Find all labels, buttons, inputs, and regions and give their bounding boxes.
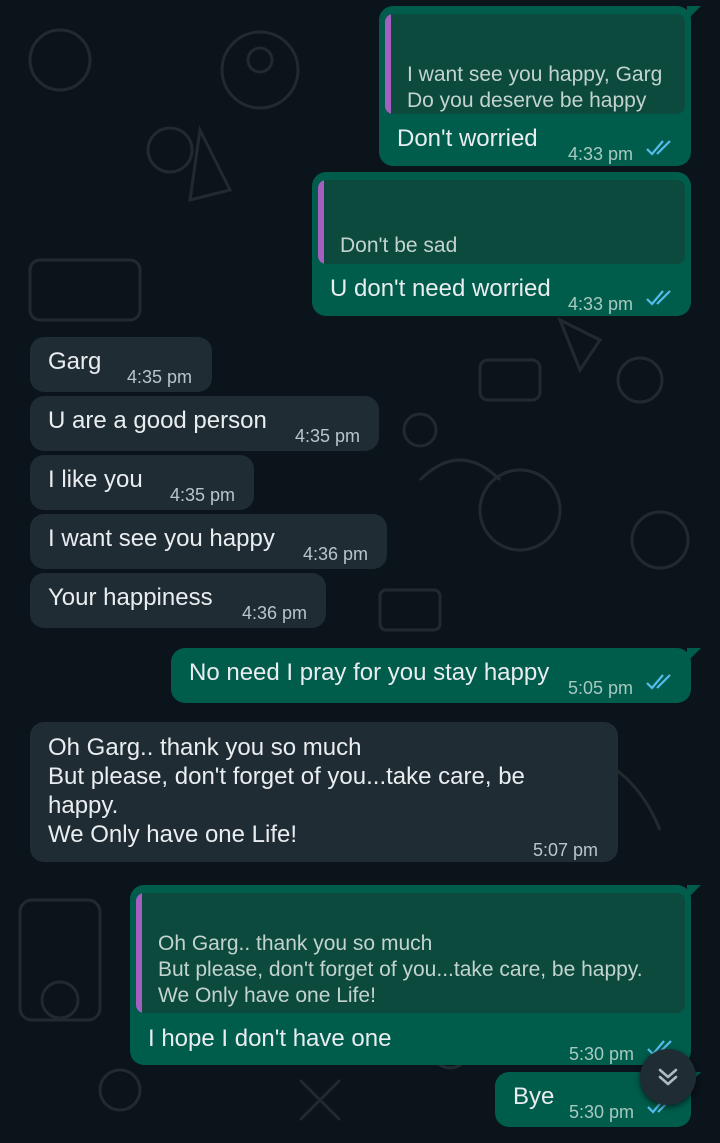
quoted-message[interactable]: Oh Garg.. thank you so much But please, … [136,893,685,1013]
message-text: U don't need worried [330,275,551,302]
incoming-message[interactable]: Garg 4:35 pm [30,337,212,392]
message-text: Don't worried [397,125,538,152]
outgoing-message[interactable]: No need I pray for you stay happy 5:05 p… [171,648,701,703]
incoming-message[interactable]: I want see you happy 4:36 pm [30,514,387,569]
quote-bar [136,893,142,1013]
message-time: 4:33 pm [568,294,634,314]
outgoing-message[interactable]: Don't be sad U don't need worried 4:33 p… [312,172,691,316]
incoming-message[interactable]: I like you 4:35 pm [30,455,254,510]
quoted-text: Don't be sad [340,234,458,257]
message-time: 5:30 pm [569,1102,635,1122]
quote-bar [385,14,391,114]
double-chevron-down-icon [658,1068,678,1086]
quote-bar [318,180,324,264]
message-time: 4:36 pm [303,544,369,564]
quoted-message[interactable]: I want see you happy, Garg Do you deserv… [385,14,685,114]
message-text: Oh Garg.. thank you so much But please, … [48,734,525,848]
message-time: 4:35 pm [127,367,193,387]
incoming-message[interactable]: Oh Garg.. thank you so much But please, … [30,722,618,862]
quoted-text: I want see you happy, Garg Do you deserv… [407,63,663,112]
message-text: Garg [48,348,102,375]
message-text: Your happiness [48,584,213,611]
scroll-to-bottom-button[interactable] [640,1049,696,1105]
message-time: 5:05 pm [568,678,634,698]
double-check-icon [646,140,671,156]
double-check-icon [646,290,671,306]
message-time: 4:35 pm [170,485,236,505]
message-time: 5:07 pm [533,840,599,860]
message-text: I want see you happy [48,525,275,552]
quoted-text: Oh Garg.. thank you so much But please, … [158,932,643,1007]
message-text: No need I pray for you stay happy [189,659,550,686]
message-time: 4:35 pm [295,426,361,446]
message-time: 4:36 pm [242,603,308,623]
message-time: 4:33 pm [568,144,634,164]
message-text: Bye [513,1083,555,1110]
outgoing-message[interactable]: I want see you happy, Garg Do you deserv… [379,6,701,166]
message-text: U are a good person [48,407,267,434]
outgoing-message[interactable]: Oh Garg.. thank you so much But please, … [130,885,701,1065]
incoming-message[interactable]: U are a good person 4:35 pm [30,396,379,451]
double-check-icon [646,674,671,690]
message-text: I hope I don't have one [148,1025,392,1052]
message-time: 5:30 pm [569,1044,635,1064]
message-text: I like you [48,466,143,493]
quoted-message[interactable]: Don't be sad [318,180,685,264]
incoming-message[interactable]: Your happiness 4:36 pm [30,573,326,628]
